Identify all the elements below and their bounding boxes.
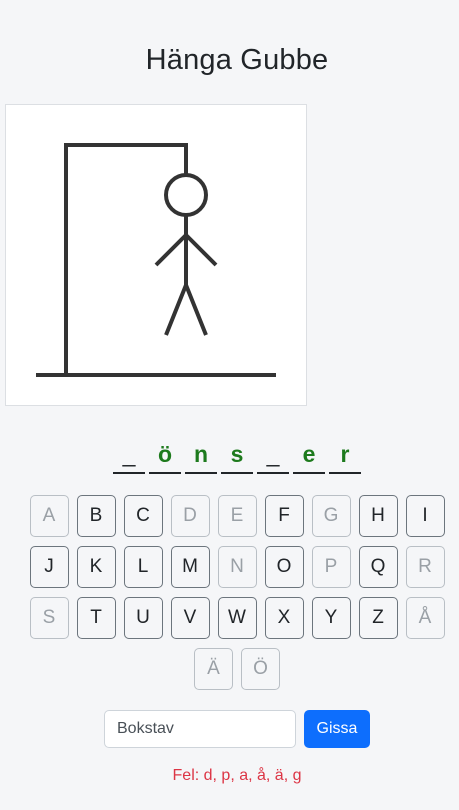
key-s: S <box>29 597 69 639</box>
key-w[interactable]: W <box>217 597 257 639</box>
key-c[interactable]: C <box>123 495 163 537</box>
key-j[interactable]: J <box>29 546 69 588</box>
word-letter: n <box>185 440 217 474</box>
key-p: P <box>311 546 351 588</box>
key-ä: Ä <box>194 648 233 690</box>
word-letter: s <box>221 440 253 474</box>
keyboard-row: ÄÖ <box>0 648 459 690</box>
key-d: D <box>170 495 210 537</box>
letter-keyboard: ABCDEFGHI JKLMNOPQR STUVWXYZÅ ÄÖ <box>0 495 459 699</box>
key-b[interactable]: B <box>76 495 116 537</box>
key-h[interactable]: H <box>358 495 398 537</box>
keyboard-row: JKLMNOPQR <box>0 546 459 588</box>
guess-button[interactable]: Gissa <box>304 710 370 748</box>
key-v[interactable]: V <box>170 597 210 639</box>
word-blank: _ <box>257 440 289 474</box>
key-m[interactable]: M <box>170 546 210 588</box>
word-letter: r <box>329 440 361 474</box>
word-display: _ ö n s _ e r <box>0 440 459 474</box>
key-y[interactable]: Y <box>311 597 351 639</box>
guess-form: Gissa <box>104 710 370 748</box>
page-title: Hänga Gubbe <box>145 44 329 76</box>
key-l[interactable]: L <box>123 546 163 588</box>
key-o[interactable]: O <box>264 546 304 588</box>
hangman-drawing <box>36 143 276 377</box>
key-ö: Ö <box>241 648 280 690</box>
word-letter: ö <box>149 440 181 474</box>
key-g: G <box>311 495 351 537</box>
keyboard-row: ABCDEFGHI <box>0 495 459 537</box>
key-x[interactable]: X <box>264 597 304 639</box>
key-q[interactable]: Q <box>358 546 398 588</box>
key-n: N <box>217 546 257 588</box>
letter-input[interactable] <box>104 710 296 748</box>
key-a: A <box>29 495 69 537</box>
key-k[interactable]: K <box>76 546 116 588</box>
hangman-left-leg <box>164 284 188 336</box>
key-i[interactable]: I <box>405 495 445 537</box>
hangman-left-arm <box>154 233 188 267</box>
key-t[interactable]: T <box>76 597 116 639</box>
key-u[interactable]: U <box>123 597 163 639</box>
key-z[interactable]: Z <box>358 597 398 639</box>
key-f[interactable]: F <box>264 495 304 537</box>
keyboard-row: STUVWXYZÅ <box>0 597 459 639</box>
wrong-guesses-text: Fel: d, p, a, å, ä, g <box>172 767 302 784</box>
word-letter: e <box>293 440 325 474</box>
key-å: Å <box>405 597 445 639</box>
word-blank: _ <box>113 440 145 474</box>
key-r: R <box>405 546 445 588</box>
hangman-head <box>164 173 208 217</box>
hangman-right-arm <box>184 233 218 267</box>
hangman-right-leg <box>184 284 208 336</box>
key-e: E <box>217 495 257 537</box>
hangman-board <box>5 104 307 406</box>
